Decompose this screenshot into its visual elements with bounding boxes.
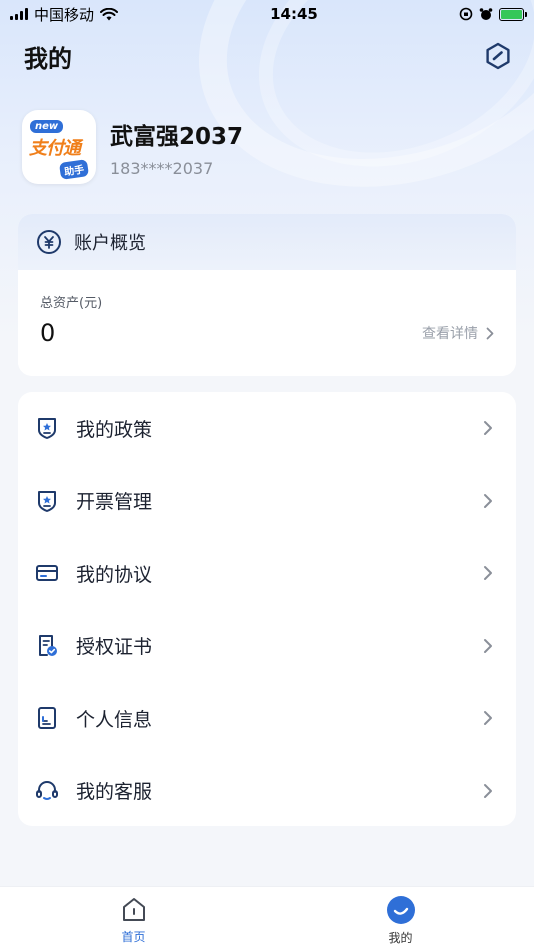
settings-hexagon-icon [486, 42, 510, 70]
carrier-label: 中国移动 [34, 5, 95, 24]
total-assets-value: 0 [40, 319, 56, 347]
card-icon [34, 560, 60, 586]
menu-item-my-agreements[interactable]: 我的协议 [18, 537, 516, 610]
wifi-icon [100, 7, 119, 20]
shield-star-icon [34, 488, 60, 514]
chevron-right-icon [484, 566, 492, 581]
tab-label: 我的 [388, 931, 413, 945]
page-title: 我的 [24, 44, 72, 73]
tab-mine[interactable]: 我的 [267, 887, 534, 950]
tab-home[interactable]: 首页 [0, 887, 267, 950]
menu-item-authorization-certificate[interactable]: 授权证书 [18, 610, 516, 683]
avatar[interactable]: new 支付通 助手 [22, 110, 96, 184]
alarm-icon [479, 8, 493, 20]
page-header: 我的 [24, 36, 514, 76]
account-overview-body: 总资产(元) 0 查看详情 [18, 270, 516, 376]
account-overview-header: 账户概览 [18, 214, 516, 270]
chevron-right-icon [484, 421, 492, 436]
orientation-lock-icon [459, 7, 473, 21]
home-icon [122, 898, 145, 921]
headset-icon [34, 778, 60, 804]
menu-item-label: 个人信息 [76, 708, 153, 731]
settings-button[interactable] [482, 40, 514, 72]
tab-label: 首页 [121, 930, 146, 944]
chevron-right-icon [484, 638, 492, 653]
battery-icon [499, 7, 527, 21]
shield-star-icon [34, 415, 60, 441]
menu-item-label: 我的客服 [76, 781, 153, 804]
certificate-icon [34, 633, 60, 659]
chevron-right-icon [484, 493, 492, 508]
menu-item-label: 开票管理 [76, 491, 153, 514]
view-details-link[interactable]: 查看详情 [422, 323, 494, 343]
document-icon [34, 705, 60, 731]
chevron-right-icon [484, 783, 492, 798]
account-overview-title: 账户概览 [74, 233, 146, 254]
tab-bar: 首页 我的 [0, 886, 534, 950]
menu-item-label: 授权证书 [76, 636, 153, 659]
mine-icon [386, 896, 415, 924]
user-phone: 183****2037 [110, 158, 214, 178]
chevron-right-icon [484, 711, 492, 726]
menu-item-customer-service[interactable]: 我的客服 [18, 755, 516, 828]
yuan-icon [36, 229, 62, 255]
menu-item-label: 我的政策 [76, 418, 153, 441]
total-assets-label: 总资产(元) [40, 296, 103, 311]
menu-item-invoice-management[interactable]: 开票管理 [18, 465, 516, 538]
menu-item-label: 我的协议 [76, 563, 153, 586]
avatar-logo-sub: 助手 [58, 159, 90, 180]
chevron-right-icon [486, 327, 494, 339]
menu-item-personal-info[interactable]: 个人信息 [18, 682, 516, 755]
view-details-label: 查看详情 [422, 326, 478, 342]
menu-list: 我的政策 开票管理 我的协议 授权证书 个人信息 我的客服 [18, 392, 516, 826]
menu-item-my-policy[interactable]: 我的政策 [18, 392, 516, 465]
account-overview-card: 账户概览 总资产(元) 0 查看详情 [18, 214, 516, 376]
status-time: 14:45 [270, 5, 318, 23]
status-bar: 中国移动 14:45 [0, 0, 534, 28]
profile-section[interactable]: new 支付通 助手 武富强2037 183****2037 [22, 110, 243, 184]
user-name: 武富强2037 [110, 123, 244, 150]
avatar-badge: new [30, 120, 64, 133]
avatar-logo-text: 支付通 [29, 138, 81, 159]
signal-icon [10, 8, 28, 20]
